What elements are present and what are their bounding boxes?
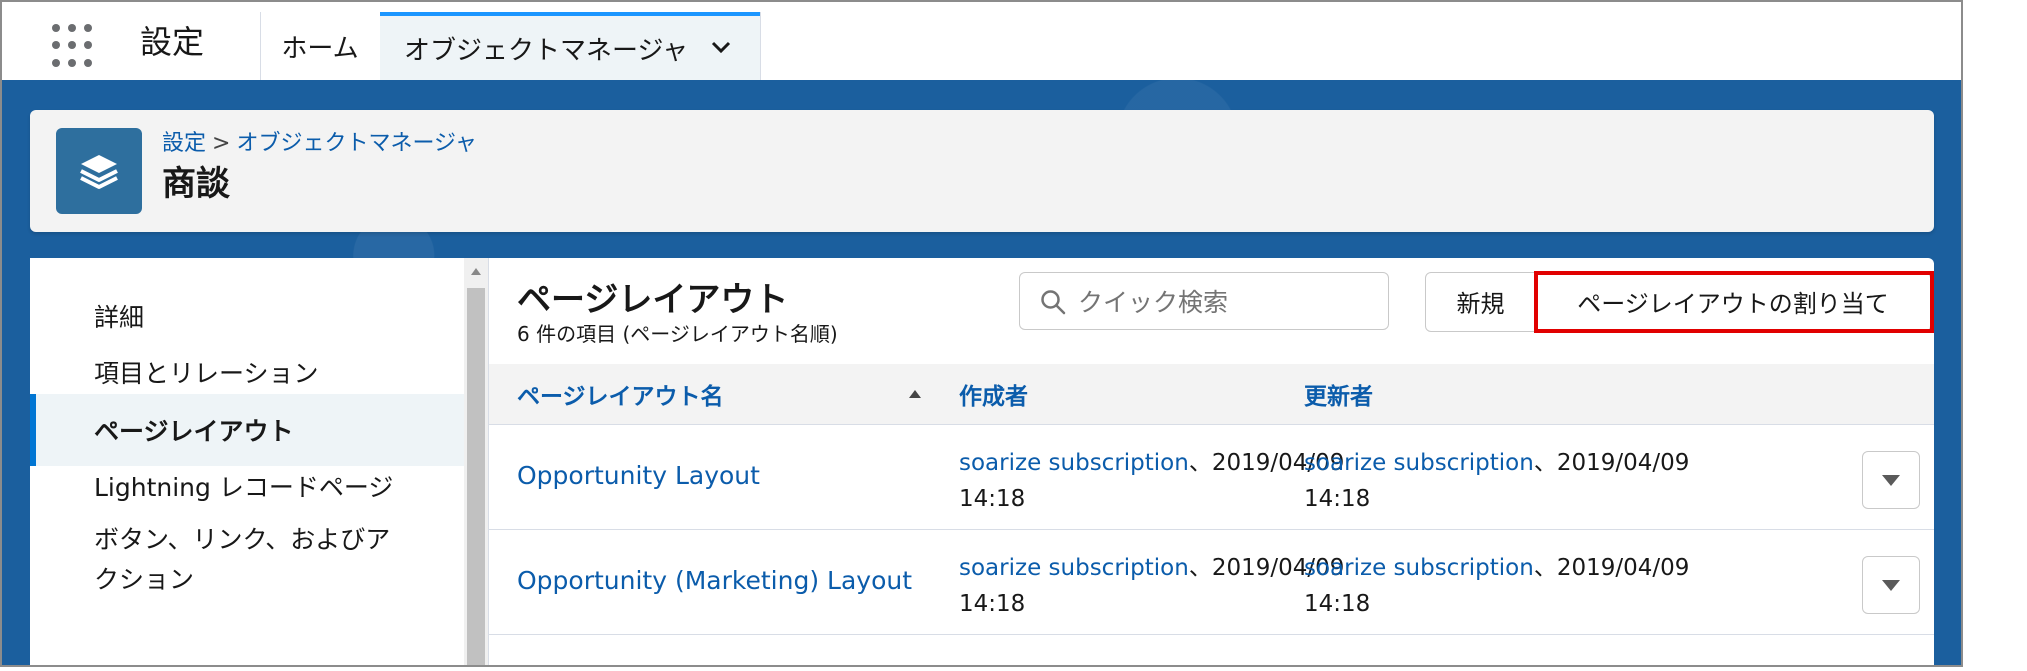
- modified-time: 14:18: [1304, 591, 1371, 617]
- breadcrumb-object-manager-link[interactable]: オブジェクトマネージャ: [236, 131, 476, 156]
- waffle-icon[interactable]: [52, 24, 96, 68]
- section-subtitle: 6 件の項目 (ページレイアウト名順): [517, 322, 838, 346]
- new-button[interactable]: 新規: [1426, 273, 1536, 329]
- search-placeholder: クイック検索: [1078, 288, 1229, 317]
- sidebar-item-label: 項目とリレーション: [94, 359, 319, 388]
- created-by-user-link[interactable]: soarize subscription: [959, 555, 1189, 581]
- nav-divider: [760, 12, 761, 80]
- column-header-created-by[interactable]: 作成者: [959, 364, 1028, 424]
- dropdown-icon: [1882, 579, 1900, 591]
- app-name: 設定: [140, 23, 205, 61]
- column-header-layout-name[interactable]: ページレイアウト名: [517, 364, 724, 424]
- stack-icon: [56, 128, 142, 214]
- sidebar-item-label: 詳細: [94, 303, 145, 332]
- row-actions-button[interactable]: [1862, 451, 1920, 509]
- table-row: Opportunity (Marketing) Layout soarize s…: [489, 530, 1934, 635]
- dropdown-icon: [1882, 474, 1900, 486]
- sidebar-scrollbar[interactable]: [464, 258, 488, 665]
- tab-object-manager[interactable]: オブジェクトマネージャ: [380, 12, 760, 80]
- quick-search-input[interactable]: クイック検索: [1019, 272, 1389, 330]
- sidebar-item-label: Lightning レコードページ: [94, 473, 394, 502]
- created-time: 14:18: [959, 486, 1026, 512]
- tab-home[interactable]: ホーム: [260, 12, 380, 80]
- modified-by-cell: soarize subscription、2019/04/09 14:18: [1304, 445, 1734, 517]
- column-header-modified-by[interactable]: 更新者: [1304, 364, 1373, 424]
- section-title: ページレイアウト: [517, 280, 789, 320]
- breadcrumb-separator: >: [212, 131, 231, 156]
- main-panel: 詳細 項目とリレーション ページレイアウト Lightning レコードページ …: [30, 258, 1934, 665]
- app-window: 設定 ホーム オブジェクトマネージャ 設定 > オブジェクトマネージャ 商談 詳…: [0, 0, 1963, 667]
- chevron-down-icon[interactable]: [710, 36, 732, 58]
- sidebar-item-buttons-links-actions[interactable]: ボタン、リンク、およびア クション: [30, 506, 464, 626]
- table-header: ページレイアウト名 作成者 更新者: [489, 364, 1934, 425]
- content-area: ページレイアウト 6 件の項目 (ページレイアウト名順) クイック検索 新規 ペ…: [489, 258, 1934, 665]
- sidebar-item-label: ボタン、リンク、およびア クション: [94, 525, 391, 594]
- sidebar: 詳細 項目とリレーション ページレイアウト Lightning レコードページ …: [30, 258, 464, 665]
- modified-by-user-link[interactable]: soarize subscription: [1304, 555, 1534, 581]
- sort-up-icon[interactable]: [909, 390, 921, 398]
- search-icon: [1041, 290, 1066, 315]
- scrollbar-thumb[interactable]: [467, 288, 485, 665]
- sidebar-item-label: ページレイアウト: [94, 417, 294, 446]
- layout-name-link[interactable]: Opportunity (Marketing) Layout: [517, 566, 912, 595]
- modified-by-cell: soarize subscription、2019/04/09 14:18: [1304, 550, 1734, 622]
- modified-by-user-link[interactable]: soarize subscription: [1304, 450, 1534, 476]
- modified-date: 、2019/04/09: [1533, 450, 1690, 476]
- global-nav-bar: 設定 ホーム オブジェクトマネージャ: [2, 2, 1961, 81]
- modified-time: 14:18: [1304, 486, 1371, 512]
- table-row: Opportunity Layout soarize subscription、…: [489, 425, 1934, 530]
- page-layout-assignment-button[interactable]: ページレイアウトの割り当て: [1534, 271, 1934, 333]
- scroll-up-arrow-icon[interactable]: [471, 268, 481, 275]
- tab-object-manager-label: オブジェクトマネージャ: [404, 35, 689, 66]
- breadcrumb: 設定 > オブジェクトマネージャ: [162, 130, 477, 158]
- created-time: 14:18: [959, 591, 1026, 617]
- breadcrumb-setup-link[interactable]: 設定: [162, 131, 206, 156]
- created-by-user-link[interactable]: soarize subscription: [959, 450, 1189, 476]
- layout-name-link[interactable]: Opportunity Layout: [517, 461, 760, 490]
- modified-date: 、2019/04/09: [1533, 555, 1690, 581]
- page-title: 商談: [162, 164, 230, 204]
- action-button-group: 新規 ページレイアウトの割り当て: [1425, 271, 1934, 333]
- row-actions-button[interactable]: [1862, 556, 1920, 614]
- page-header: 設定 > オブジェクトマネージャ 商談: [30, 110, 1934, 232]
